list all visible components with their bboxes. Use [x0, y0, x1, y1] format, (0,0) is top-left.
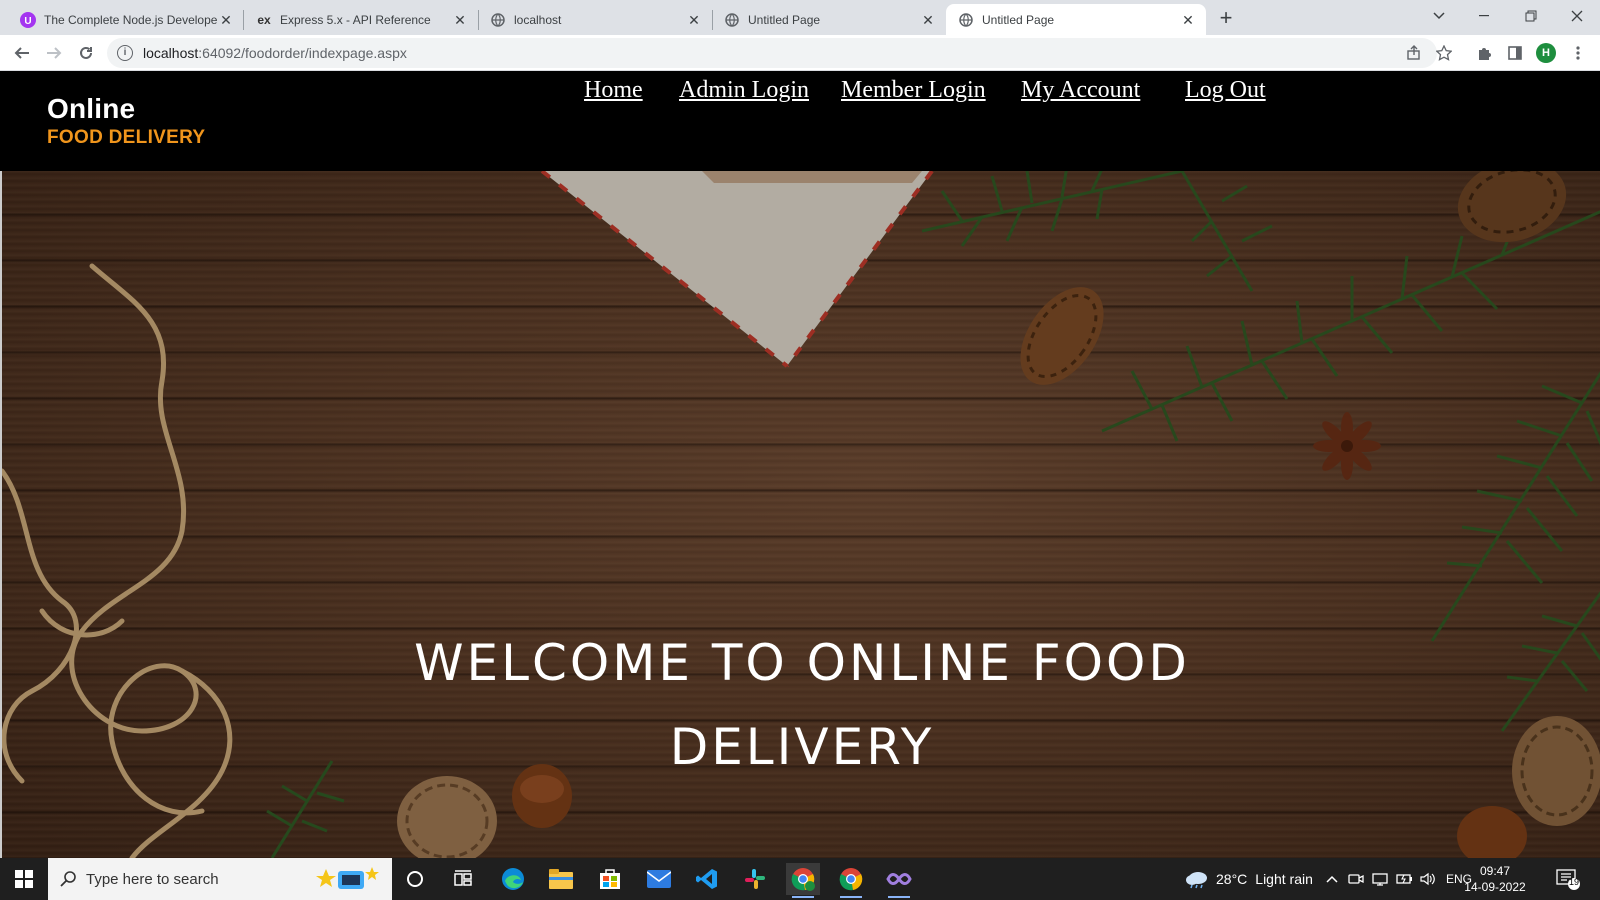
- chrome-profile-icon[interactable]: [786, 863, 820, 898]
- task-view-icon[interactable]: [446, 863, 480, 895]
- hero-banner: WELCOME TO ONLINE FOOD DELIVERY: [0, 171, 1600, 858]
- svg-text:U: U: [24, 16, 31, 27]
- browser-tab[interactable]: ex Express 5.x - API Reference ✕: [244, 4, 478, 35]
- tab-search-icon[interactable]: [1416, 0, 1462, 32]
- chrome-icon[interactable]: [834, 863, 868, 898]
- nav-link-my-account[interactable]: My Account: [1021, 77, 1140, 104]
- forward-arrow-icon[interactable]: [40, 39, 68, 67]
- globe-icon: [958, 12, 974, 28]
- side-panel-icon[interactable]: [1503, 41, 1527, 65]
- site-info-icon[interactable]: i: [117, 45, 133, 61]
- cortana-icon[interactable]: [398, 863, 432, 895]
- reload-icon[interactable]: [72, 39, 100, 67]
- tab-title: Untitled Page: [982, 12, 1055, 27]
- edge-browser-icon[interactable]: [496, 863, 530, 895]
- hero-welcome-heading: WELCOME TO ONLINE FOOD DELIVERY: [2, 621, 1600, 789]
- tab-title: Express 5.x - API Reference: [280, 12, 431, 27]
- nav-link-log-out[interactable]: Log Out: [1185, 77, 1266, 104]
- web-page: Online FOOD DELIVERY Home Admin Login Me…: [0, 71, 1600, 858]
- express-icon: ex: [257, 12, 271, 27]
- search-icon: [60, 871, 76, 887]
- windows-taskbar: Type here to search 28°C Light rain ENG …: [0, 858, 1600, 900]
- vscode-icon[interactable]: [690, 863, 724, 895]
- browser-toolbar: i localhost:64092/foodorder/indexpage.as…: [0, 35, 1600, 71]
- browser-tab[interactable]: localhost ✕: [478, 4, 712, 35]
- weather-widget[interactable]: 28°C Light rain: [1184, 858, 1313, 900]
- nav-link-admin-login[interactable]: Admin Login: [679, 77, 809, 104]
- notification-count-badge: 19: [1568, 877, 1579, 887]
- close-icon[interactable]: ✕: [452, 12, 468, 28]
- system-clock[interactable]: 09:47 14-09-2022: [1460, 863, 1530, 895]
- battery-icon[interactable]: [1396, 858, 1414, 900]
- share-icon[interactable]: [1402, 41, 1426, 65]
- address-bar[interactable]: i localhost:64092/foodorder/indexpage.as…: [107, 38, 1437, 68]
- tab-title: Untitled Page: [748, 12, 821, 27]
- slack-icon[interactable]: [738, 863, 772, 895]
- show-hidden-icons-icon[interactable]: [1326, 858, 1338, 900]
- search-highlight-icon: [316, 863, 382, 899]
- logo-subtitle: FOOD DELIVERY: [47, 127, 206, 148]
- minimize-icon[interactable]: [1462, 0, 1508, 32]
- network-icon[interactable]: [1372, 858, 1388, 900]
- browser-tab-active[interactable]: Untitled Page ✕: [946, 4, 1206, 35]
- taskbar-search-input[interactable]: Type here to search: [48, 858, 392, 900]
- bookmark-star-icon[interactable]: [1432, 41, 1456, 65]
- profile-avatar[interactable]: H: [1536, 43, 1556, 63]
- browser-menu-icon[interactable]: [1566, 41, 1590, 65]
- search-placeholder: Type here to search: [86, 870, 219, 888]
- visual-studio-icon[interactable]: [882, 863, 916, 898]
- tab-title: The Complete Node.js Developer: [44, 12, 218, 27]
- back-arrow-icon[interactable]: [8, 39, 36, 67]
- globe-icon: [724, 12, 740, 28]
- rain-cloud-icon: [1186, 872, 1207, 889]
- close-icon[interactable]: ✕: [920, 12, 936, 28]
- browser-tab-strip: U The Complete Node.js Developer ✕ ex Ex…: [0, 0, 1600, 35]
- site-header: Online FOOD DELIVERY Home Admin Login Me…: [0, 71, 1600, 171]
- meet-now-icon[interactable]: [1348, 858, 1364, 900]
- hero-heading-line: DELIVERY: [669, 718, 935, 776]
- windows-start-icon[interactable]: [0, 858, 48, 900]
- url-text[interactable]: localhost:64092/foodorder/indexpage.aspx: [143, 45, 407, 61]
- clock-date: 14-09-2022: [1464, 880, 1526, 894]
- close-icon[interactable]: ✕: [686, 12, 702, 28]
- volume-icon[interactable]: [1420, 858, 1436, 900]
- browser-tab[interactable]: Untitled Page ✕: [712, 4, 946, 35]
- extensions-puzzle-icon[interactable]: [1472, 41, 1496, 65]
- close-window-icon[interactable]: [1554, 0, 1600, 32]
- weather-description: Light rain: [1255, 871, 1313, 887]
- file-explorer-icon[interactable]: [544, 863, 578, 895]
- microsoft-store-icon[interactable]: [593, 863, 627, 895]
- browser-tab[interactable]: U The Complete Node.js Developer ✕: [8, 4, 244, 35]
- notification-center-icon[interactable]: 19: [1556, 858, 1580, 900]
- hero-heading-line: WELCOME TO ONLINE FOOD: [414, 634, 1190, 692]
- nav-link-member-login[interactable]: Member Login: [841, 77, 986, 104]
- restore-icon[interactable]: [1508, 0, 1554, 32]
- udemy-icon: U: [20, 11, 36, 28]
- close-icon[interactable]: ✕: [1180, 12, 1196, 28]
- logo-title: Online: [47, 93, 136, 124]
- weather-temperature: 28°C: [1216, 871, 1248, 887]
- nav-link-home[interactable]: Home: [584, 77, 643, 104]
- globe-icon: [490, 12, 506, 28]
- close-icon[interactable]: ✕: [218, 12, 234, 28]
- mail-icon[interactable]: [642, 863, 676, 895]
- tab-title: localhost: [514, 12, 562, 27]
- clock-time: 09:47: [1479, 864, 1511, 878]
- new-tab-button[interactable]: +: [1213, 6, 1239, 32]
